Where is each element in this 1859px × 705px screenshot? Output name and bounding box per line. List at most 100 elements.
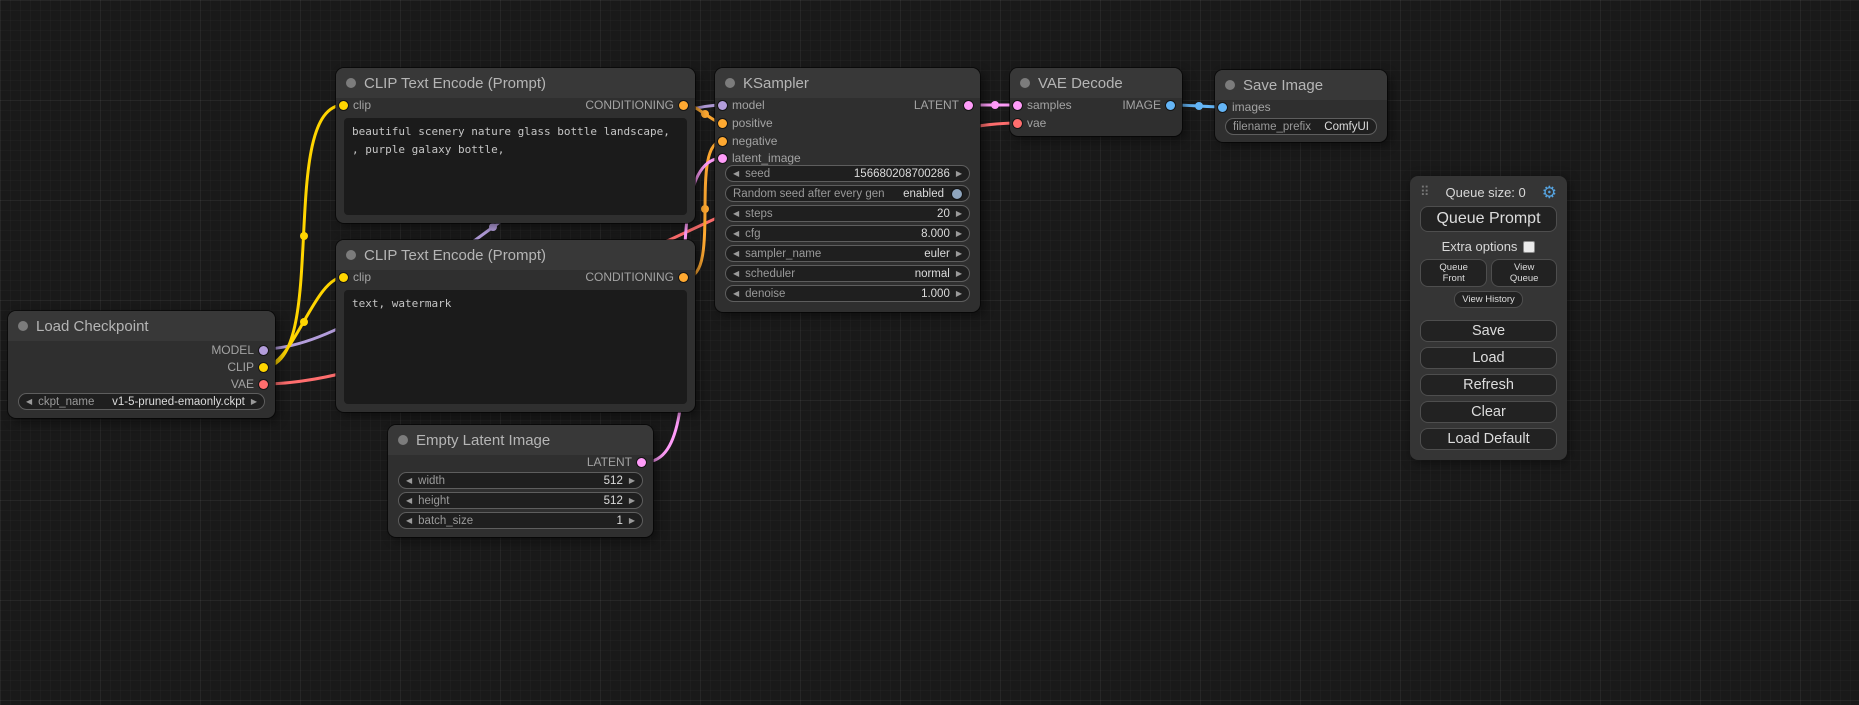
node-ksampler[interactable]: KSampler model LATENT positive negative [715, 68, 980, 312]
settings-gear-icon[interactable]: ⚙ [1542, 184, 1557, 201]
input-slot-clip[interactable]: clip [339, 270, 371, 284]
widget-cfg[interactable]: ◀ cfg 8.000 ▶ [725, 225, 970, 242]
node-titlebar[interactable]: Empty Latent Image [388, 425, 653, 455]
widget-sampler-name[interactable]: ◀ sampler_name euler ▶ [725, 245, 970, 262]
graph-canvas[interactable]: Load Checkpoint MODEL CLIP VAE ◀ c [0, 0, 1859, 705]
input-slot-vae[interactable]: vae [1013, 116, 1046, 130]
node-load-checkpoint[interactable]: Load Checkpoint MODEL CLIP VAE ◀ c [8, 311, 275, 418]
decrement-arrow-icon[interactable]: ◀ [406, 477, 412, 485]
widget-width[interactable]: ◀ width 512 ▶ [398, 472, 643, 489]
drag-handle-icon[interactable]: ⠿ [1420, 184, 1430, 200]
input-dot-vae-icon[interactable] [1013, 119, 1022, 128]
output-dot-conditioning-icon[interactable] [679, 273, 688, 282]
input-dot-clip-icon[interactable] [339, 101, 348, 110]
input-slot-samples[interactable]: samples [1013, 98, 1072, 112]
output-dot-clip-icon[interactable] [259, 363, 268, 372]
queue-front-button[interactable]: Queue Front [1420, 259, 1487, 287]
prompt-textarea[interactable]: beautiful scenery nature glass bottle la… [344, 118, 687, 215]
input-slot-model[interactable]: model [718, 98, 765, 112]
widget-height[interactable]: ◀ height 512 ▶ [398, 492, 643, 509]
output-dot-latent-icon[interactable] [964, 101, 973, 110]
output-dot-conditioning-icon[interactable] [679, 101, 688, 110]
output-slot-model[interactable]: MODEL [211, 343, 268, 357]
collapse-dot-icon[interactable] [346, 78, 356, 88]
input-dot-conditioning-icon[interactable] [718, 119, 727, 128]
output-slot-conditioning[interactable]: CONDITIONING [585, 270, 688, 284]
output-slot-latent[interactable]: LATENT [587, 455, 646, 469]
output-dot-model-icon[interactable] [259, 346, 268, 355]
increment-arrow-icon[interactable]: ▶ [251, 398, 257, 406]
decrement-arrow-icon[interactable]: ◀ [733, 170, 739, 178]
output-slot-vae[interactable]: VAE [231, 377, 268, 391]
collapse-dot-icon[interactable] [1020, 78, 1030, 88]
decrement-arrow-icon[interactable]: ◀ [733, 290, 739, 298]
input-dot-model-icon[interactable] [718, 101, 727, 110]
widget-ckpt-name[interactable]: ◀ ckpt_name v1-5-pruned-emaonly.ckpt ▶ [18, 393, 265, 410]
queue-prompt-button[interactable]: Queue Prompt [1420, 206, 1557, 232]
view-history-button[interactable]: View History [1454, 291, 1523, 308]
input-slot-negative[interactable]: negative [718, 134, 777, 148]
widget-seed[interactable]: ◀ seed 156680208700286 ▶ [725, 165, 970, 182]
input-slot-clip[interactable]: clip [339, 98, 371, 112]
prompt-textarea[interactable]: text, watermark [344, 290, 687, 404]
collapse-dot-icon[interactable] [725, 78, 735, 88]
widget-random-seed-toggle[interactable]: Random seed after every gen enabled [725, 185, 970, 202]
output-slot-image[interactable]: IMAGE [1122, 98, 1175, 112]
node-empty-latent-image[interactable]: Empty Latent Image LATENT ◀ width 512 ▶ … [388, 425, 653, 537]
toggle-dot-icon[interactable] [952, 189, 962, 199]
increment-arrow-icon[interactable]: ▶ [956, 250, 962, 258]
input-slot-images[interactable]: images [1218, 100, 1271, 114]
input-dot-clip-icon[interactable] [339, 273, 348, 282]
input-dot-latent-icon[interactable] [1013, 101, 1022, 110]
decrement-arrow-icon[interactable]: ◀ [406, 517, 412, 525]
extra-options-checkbox[interactable] [1523, 241, 1535, 253]
node-clip-text-encode-negative[interactable]: CLIP Text Encode (Prompt) clip CONDITION… [336, 240, 695, 412]
node-save-image[interactable]: Save Image images filename_prefix ComfyU… [1215, 70, 1387, 142]
load-button[interactable]: Load [1420, 347, 1557, 369]
widget-scheduler[interactable]: ◀ scheduler normal ▶ [725, 265, 970, 282]
view-queue-button[interactable]: View Queue [1491, 259, 1557, 287]
decrement-arrow-icon[interactable]: ◀ [406, 497, 412, 505]
save-button[interactable]: Save [1420, 320, 1557, 342]
decrement-arrow-icon[interactable]: ◀ [733, 230, 739, 238]
output-dot-vae-icon[interactable] [259, 380, 268, 389]
increment-arrow-icon[interactable]: ▶ [956, 290, 962, 298]
increment-arrow-icon[interactable]: ▶ [956, 170, 962, 178]
increment-arrow-icon[interactable]: ▶ [629, 497, 635, 505]
input-dot-conditioning-icon[interactable] [718, 137, 727, 146]
node-clip-text-encode-positive[interactable]: CLIP Text Encode (Prompt) clip CONDITION… [336, 68, 695, 223]
increment-arrow-icon[interactable]: ▶ [956, 270, 962, 278]
collapse-dot-icon[interactable] [346, 250, 356, 260]
increment-arrow-icon[interactable]: ▶ [629, 477, 635, 485]
refresh-button[interactable]: Refresh [1420, 374, 1557, 396]
widget-filename-prefix[interactable]: filename_prefix ComfyUI [1225, 118, 1377, 135]
output-dot-latent-icon[interactable] [637, 458, 646, 467]
node-titlebar[interactable]: CLIP Text Encode (Prompt) [336, 68, 695, 98]
collapse-dot-icon[interactable] [398, 435, 408, 445]
decrement-arrow-icon[interactable]: ◀ [733, 250, 739, 258]
output-slot-conditioning[interactable]: CONDITIONING [585, 98, 688, 112]
input-slot-latent-image[interactable]: latent_image [718, 151, 801, 165]
output-slot-latent[interactable]: LATENT [914, 98, 973, 112]
collapse-dot-icon[interactable] [18, 321, 28, 331]
increment-arrow-icon[interactable]: ▶ [956, 230, 962, 238]
node-titlebar[interactable]: CLIP Text Encode (Prompt) [336, 240, 695, 270]
input-slot-positive[interactable]: positive [718, 116, 773, 130]
decrement-arrow-icon[interactable]: ◀ [733, 210, 739, 218]
node-vae-decode[interactable]: VAE Decode samples IMAGE vae [1010, 68, 1182, 136]
increment-arrow-icon[interactable]: ▶ [956, 210, 962, 218]
increment-arrow-icon[interactable]: ▶ [629, 517, 635, 525]
node-titlebar[interactable]: Load Checkpoint [8, 311, 275, 341]
widget-steps[interactable]: ◀ steps 20 ▶ [725, 205, 970, 222]
node-titlebar[interactable]: Save Image [1215, 70, 1387, 100]
widget-batch-size[interactable]: ◀ batch_size 1 ▶ [398, 512, 643, 529]
clear-button[interactable]: Clear [1420, 401, 1557, 423]
output-dot-image-icon[interactable] [1166, 101, 1175, 110]
collapse-dot-icon[interactable] [1225, 80, 1235, 90]
widget-denoise[interactable]: ◀ denoise 1.000 ▶ [725, 285, 970, 302]
node-titlebar[interactable]: KSampler [715, 68, 980, 98]
load-default-button[interactable]: Load Default [1420, 428, 1557, 450]
decrement-arrow-icon[interactable]: ◀ [733, 270, 739, 278]
input-dot-image-icon[interactable] [1218, 103, 1227, 112]
output-slot-clip[interactable]: CLIP [227, 360, 268, 374]
